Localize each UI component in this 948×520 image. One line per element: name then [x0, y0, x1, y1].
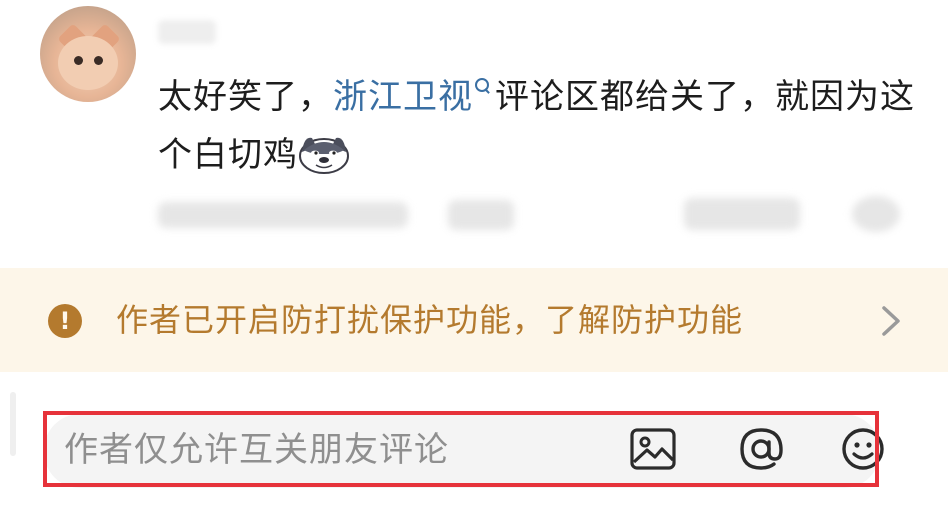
- avatar-eye: [94, 56, 103, 65]
- topic-link[interactable]: 浙江卫视: [333, 77, 473, 117]
- exclamation-icon: !: [48, 304, 82, 338]
- timestamp-location-redacted: [158, 202, 408, 228]
- anti-harassment-notice[interactable]: ! 作者已开启防打扰保护功能，了解防护功能: [0, 268, 948, 372]
- avatar-face: [58, 36, 118, 90]
- chevron-right-icon[interactable]: [876, 304, 906, 338]
- comment-text-before: 太好笑了，: [158, 77, 333, 117]
- scroll-indicator: [10, 392, 16, 456]
- comment-item: 太好笑了，浙江卫视 评论区都给关了，就因为这个白切鸡: [0, 0, 948, 268]
- input-highlight-box: [43, 411, 879, 487]
- comment-meta-redacted: [158, 194, 918, 234]
- avatar-eye: [74, 56, 83, 65]
- user-avatar[interactable]: [40, 6, 136, 102]
- doge-emoji-icon: [298, 132, 350, 174]
- search-icon: [475, 78, 489, 92]
- like-count-redacted[interactable]: [684, 198, 800, 230]
- dislike-button-redacted[interactable]: [852, 196, 900, 232]
- username-redacted[interactable]: [158, 20, 216, 44]
- reply-button-redacted[interactable]: [448, 200, 514, 230]
- notice-text: 作者已开启防打扰保护功能，了解防护功能: [116, 301, 744, 339]
- comment-text: 太好笑了，浙江卫视 评论区都给关了，就因为这个白切鸡: [158, 68, 918, 184]
- comment-compose-bar: 作者仅允许互关朋友评论: [0, 372, 948, 520]
